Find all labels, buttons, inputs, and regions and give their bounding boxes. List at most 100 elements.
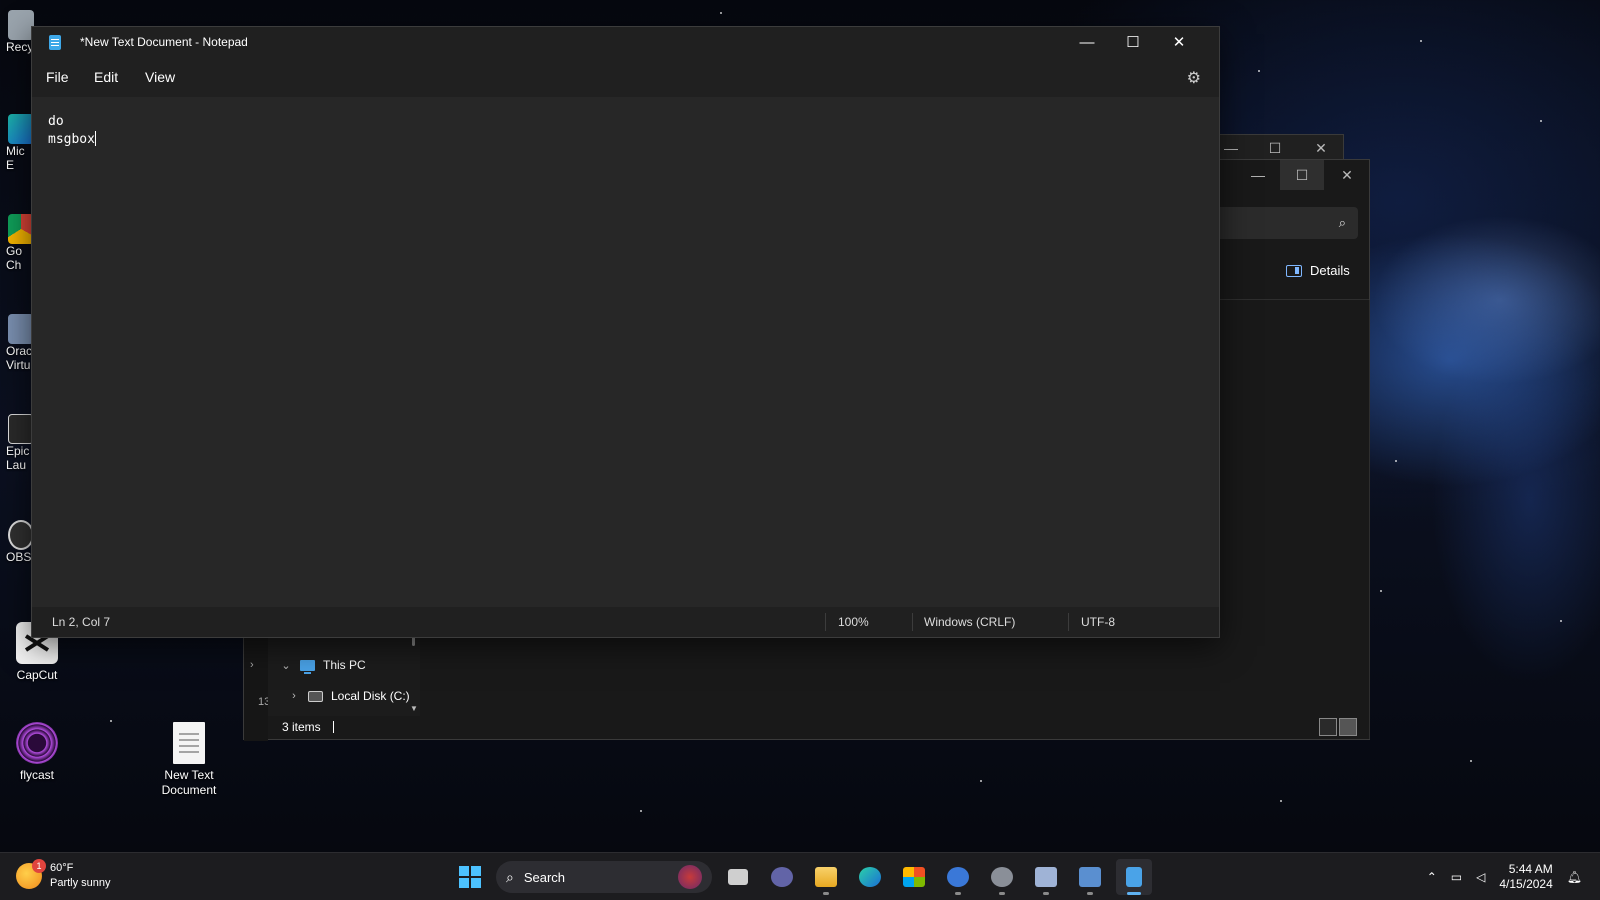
running-indicator	[955, 892, 961, 895]
editor-line: do	[48, 114, 64, 129]
virtualbox-button[interactable]	[1028, 859, 1064, 895]
desktop-icon-chrome[interactable]: Go Ch	[0, 214, 34, 272]
text-editor-area[interactable]: do msgbox	[32, 97, 1219, 609]
desktop-icon-recycle-bin[interactable]: Recy	[0, 10, 34, 54]
navigation-pane: ⌄ This PC › Local Disk (C:)	[268, 626, 420, 716]
star	[1258, 70, 1260, 72]
star	[1395, 460, 1397, 462]
explorer-content-strip: › 13	[244, 626, 270, 741]
chevron-up-icon[interactable]: ⌃	[1427, 870, 1437, 884]
status-divider	[332, 721, 334, 733]
menu-view[interactable]: View	[145, 69, 175, 85]
teams-icon	[771, 867, 793, 887]
text-cursor	[94, 131, 96, 146]
settings-icon	[991, 867, 1013, 887]
network-icon[interactable]: ▭	[1451, 870, 1462, 884]
windows-logo-icon	[459, 866, 481, 888]
explorer-status-bar: 3 items	[282, 720, 334, 734]
settings-gear-icon[interactable]: ⚙	[1187, 68, 1201, 88]
nav-item-this-pc[interactable]: ⌄ This PC	[280, 658, 366, 674]
drive-icon	[308, 690, 323, 702]
details-view-icon[interactable]	[1319, 718, 1337, 736]
maximize-icon: ☐	[1126, 34, 1140, 51]
encoding[interactable]: UTF-8	[1081, 615, 1115, 629]
task-view-button[interactable]	[720, 859, 756, 895]
tiles-view-icon[interactable]	[1339, 718, 1357, 736]
clock-time: 5:44 AM	[1508, 862, 1553, 876]
view-toggle	[1319, 718, 1357, 736]
star	[640, 810, 642, 812]
notepad-icon	[1126, 867, 1142, 887]
notepad-status-bar: Ln 2, Col 7 100% Windows (CRLF) UTF-8	[32, 607, 1219, 637]
line-ending[interactable]: Windows (CRLF)	[924, 615, 1015, 629]
star	[110, 720, 112, 722]
flycast-icon	[16, 722, 58, 764]
menu-edit[interactable]: Edit	[94, 69, 118, 85]
close-button[interactable]: ✕	[1156, 27, 1202, 57]
running-indicator	[1043, 892, 1049, 895]
snipping-tool-button[interactable]	[1072, 859, 1108, 895]
store-button[interactable]	[896, 859, 932, 895]
notepad-title-bar: *New Text Document - Notepad — ☐ ✕	[32, 27, 1219, 57]
app-icon	[947, 867, 969, 887]
desktop-icon-virtualbox[interactable]: Orac Virtu	[0, 314, 34, 372]
status-separator	[825, 613, 826, 631]
chevron-right-icon: ›	[292, 690, 296, 702]
clock[interactable]: 5:44 AM 4/15/2024	[1499, 862, 1552, 892]
star	[1470, 760, 1472, 762]
clock-date: 4/15/2024	[1499, 877, 1553, 891]
weather-widget[interactable]: 1 60°F Partly sunny	[16, 859, 111, 891]
minimize-button[interactable]: —	[1064, 27, 1110, 57]
zoom-level[interactable]: 100%	[838, 615, 869, 629]
text-document-icon	[173, 722, 205, 764]
notification-bell-icon[interactable]: 🔔︎	[1567, 870, 1582, 884]
app-button[interactable]	[940, 859, 976, 895]
status-separator	[1068, 613, 1069, 631]
maximize-button[interactable]: ☐	[1110, 27, 1156, 57]
star	[1540, 120, 1542, 122]
running-indicator	[999, 892, 1005, 895]
running-indicator	[1087, 892, 1093, 895]
weather-sun-icon: 1	[16, 859, 46, 889]
taskbar: 1 60°F Partly sunny ⌕ Search ⌃ ▭ ◁ 5:44	[0, 852, 1600, 900]
star	[1380, 590, 1382, 592]
edge-icon	[859, 867, 881, 887]
edge-button[interactable]	[852, 859, 888, 895]
volume-icon[interactable]: ◁	[1476, 870, 1485, 884]
teams-button[interactable]	[764, 859, 800, 895]
taskbar-search[interactable]: ⌕ Search	[496, 861, 712, 893]
minimize-icon[interactable]: —	[1236, 160, 1280, 190]
maximize-icon[interactable]: ☐	[1280, 160, 1324, 190]
menu-file[interactable]: File	[46, 69, 69, 85]
settings-button[interactable]	[984, 859, 1020, 895]
search-icon: ⌕	[1338, 215, 1346, 230]
computer-icon	[300, 659, 315, 674]
start-button[interactable]	[452, 859, 488, 895]
notification-badge: 1	[32, 859, 46, 873]
scroll-down-icon[interactable]: ▼	[410, 704, 418, 713]
desktop-icon-new-text-document[interactable]: New Text Document	[152, 722, 226, 798]
star	[1560, 620, 1562, 622]
status-separator	[912, 613, 913, 631]
notepad-menu-bar: File Edit View ⚙	[32, 57, 1219, 97]
taskbar-apps: ⌕ Search	[452, 859, 1152, 895]
notepad-window: *New Text Document - Notepad — ☐ ✕ File …	[31, 26, 1220, 638]
desktop-icon-obs[interactable]: OBS	[0, 520, 34, 564]
minimize-icon: —	[1079, 33, 1095, 51]
desktop-icon-edge[interactable]: Mic E	[0, 114, 34, 172]
desktop-icon-epic[interactable]: Epic Lau	[0, 414, 34, 472]
file-explorer-button[interactable]	[808, 859, 844, 895]
close-icon[interactable]: ✕	[1325, 160, 1369, 190]
pane-divider	[1369, 300, 1370, 739]
star	[980, 780, 982, 782]
details-pane-icon	[1286, 264, 1302, 277]
editor-line: msgbox	[48, 132, 95, 147]
store-icon	[903, 867, 925, 887]
nav-item-local-disk[interactable]: › Local Disk (C:)	[288, 689, 410, 703]
desktop-icon-flycast[interactable]: flycast	[0, 722, 74, 783]
details-pane-button[interactable]: Details	[1286, 263, 1350, 278]
notepad-taskbar-button[interactable]	[1116, 859, 1152, 895]
star	[720, 12, 722, 14]
notepad-icon	[49, 35, 61, 50]
cursor-position: Ln 2, Col 7	[52, 615, 111, 629]
